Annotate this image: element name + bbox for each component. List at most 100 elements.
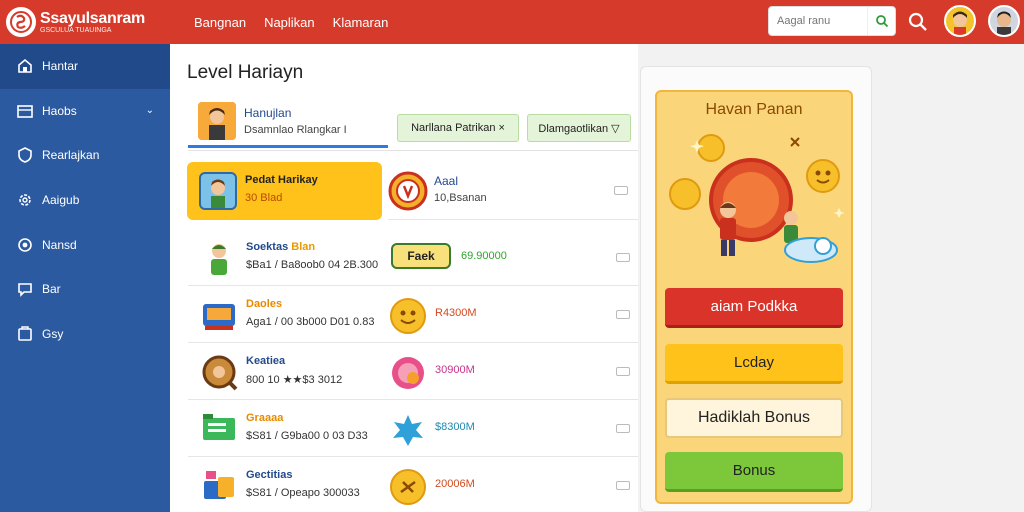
highlight-detail[interactable]: Aaal 10,Bsanan: [388, 162, 638, 220]
list-item[interactable]: Soektas Blan $Ba1 / Ba8oob0 04 2B.300 Fa…: [188, 229, 638, 286]
search-icon-button[interactable]: [903, 7, 933, 37]
sidebar-item-label: Bar: [42, 282, 61, 297]
promo-title: Havan Panan: [705, 101, 803, 118]
highlight-detail-name: Aaal: [434, 174, 459, 188]
bonus-button[interactable]: Bonus: [665, 452, 843, 492]
row-option-icon[interactable]: [616, 367, 630, 376]
settings-icon: [18, 237, 32, 252]
gear-icon: [19, 194, 31, 206]
highlight-sub: 30 Blad: [245, 192, 283, 204]
bonus-info-button[interactable]: Hadiklah Bonus: [665, 398, 843, 438]
row-name: Graaaa: [246, 412, 284, 424]
highlight-row[interactable]: Pedat Harikay 30 Blad: [187, 162, 382, 220]
list-item[interactable]: Keatiea 800 10 ★★$3 3012 30900M: [188, 343, 638, 400]
game-thumbnail-icon: [199, 172, 237, 210]
gift-icon: [200, 467, 238, 505]
promo-illustration-icon: [663, 128, 845, 278]
row-option-icon[interactable]: [616, 424, 630, 433]
row-amount: 30900M: [435, 364, 475, 376]
sidebar-item-label: Gsy: [42, 326, 64, 341]
profile-subtitle: Dsamnlao Rlangkar I: [244, 123, 347, 136]
chat-icon: [18, 283, 32, 298]
row-badge[interactable]: Faek: [391, 243, 451, 269]
brand-logo[interactable]: Ssayulsanram GSCULUA TUAUINGA: [6, 7, 176, 37]
list-item[interactable]: Gectitias $S81 / Opeapo 300033 20006M: [188, 457, 638, 512]
search-button[interactable]: [867, 7, 895, 35]
row-option-icon[interactable]: [616, 310, 630, 319]
filter-chip-1[interactable]: Narllana Patrikan ×: [397, 114, 519, 142]
row-sub: 800 10 ★★$3 3012: [246, 374, 343, 386]
splash-icon: [388, 410, 428, 450]
chevron-down-icon: ⌄: [145, 105, 154, 117]
list-item[interactable]: Graaaa $S81 / G9ba00 0 03 D33 $8300M: [188, 400, 638, 457]
sidebar-item-gsy[interactable]: Gsy: [0, 312, 170, 357]
divider: [188, 150, 638, 151]
promo-card: Havan Panan aiam Podkka Lcday Hadiklah B…: [655, 90, 853, 504]
trophy-icon: [388, 171, 428, 211]
nav-item-3[interactable]: Klamaran: [333, 15, 389, 30]
row-sub: $S81 / Opeapo 300033: [246, 487, 360, 499]
row-amount: 69.90000: [461, 250, 507, 262]
highlight-name: Pedat Harikay: [245, 174, 318, 186]
main-panel: Level Hariayn Hanujlan Dsamnlao Rlangkar…: [170, 44, 638, 512]
row-option-icon[interactable]: [614, 186, 628, 195]
row-sub: Aga1 / 00 3b000 D01 0.83: [246, 316, 375, 328]
claim-button[interactable]: aiam Podkka: [665, 288, 843, 328]
search-box: [768, 6, 896, 36]
row-name: Daoles: [246, 298, 283, 310]
brand-name: Ssayulsanram: [40, 9, 145, 27]
coin-icon: [388, 296, 428, 336]
sidebar: Hantar Haobs ⌄ Rearlajkan Aaigub Nansd B…: [0, 44, 170, 512]
filter-chip-2[interactable]: Dlamgaotlikan ▽: [527, 114, 631, 142]
avatar[interactable]: [944, 5, 976, 37]
magnifier-icon: [908, 12, 927, 31]
top-bar: Ssayulsanram GSCULUA TUAUINGA Bangnan Na…: [0, 0, 1024, 44]
row-name: Gectitias: [246, 469, 293, 481]
home-icon: [18, 59, 32, 74]
ticket-icon: [200, 410, 238, 448]
profile-thumbnail: [198, 101, 236, 140]
gem-icon: [388, 353, 428, 393]
row-name: Soektas Blan: [246, 241, 316, 253]
row-option-icon[interactable]: [616, 481, 630, 490]
row-name: Keatiea: [246, 355, 286, 367]
row-sub: $Ba1 / Ba8oob0 04 2B.300: [246, 259, 379, 271]
coin-icon: [388, 467, 428, 507]
brand-subtitle: GSCULUA TUAUINGA: [40, 26, 112, 34]
search-icon: [875, 15, 888, 28]
daily-button[interactable]: Lcday: [665, 344, 843, 384]
row-sub: $S81 / G9ba00 0 03 D33: [246, 430, 368, 442]
sidebar-item-aaigub[interactable]: Aaigub: [0, 178, 170, 223]
user-avatar[interactable]: [988, 5, 1020, 37]
sidebar-item-label: Nansd: [42, 237, 77, 252]
character-icon: [200, 239, 238, 277]
sidebar-item-bar[interactable]: Bar: [0, 267, 170, 312]
folder-icon: [17, 105, 33, 118]
sidebar-item-label: Hantar: [42, 59, 79, 74]
sidebar-item-label: Haobs: [42, 103, 77, 118]
page-title: Level Hariayn: [187, 62, 304, 83]
sidebar-item-haobs[interactable]: Haobs ⌄: [0, 89, 170, 134]
row-option-icon[interactable]: [616, 253, 630, 262]
profile-tab[interactable]: Hanujlan Dsamnlao Rlangkar I: [188, 96, 388, 148]
highlight-detail-sub: 10,Bsanan: [434, 192, 487, 204]
nav-item-1[interactable]: Bangnan: [194, 15, 246, 30]
cart-icon: [200, 296, 238, 334]
shield-icon: [18, 147, 32, 164]
row-amount: R4300M: [435, 307, 477, 319]
sidebar-item-nansd[interactable]: Nansd: [0, 222, 170, 267]
box-icon: [18, 326, 32, 341]
row-amount: $8300M: [435, 421, 475, 433]
sidebar-item-label: Aaigub: [42, 193, 80, 208]
row-amount: 20006M: [435, 478, 475, 490]
logo-icon: [6, 7, 36, 37]
search-input[interactable]: [769, 7, 867, 35]
sidebar-item-hantar[interactable]: Hantar: [0, 44, 170, 89]
sidebar-item-label: Rearlajkan: [42, 148, 100, 163]
compass-icon: [200, 353, 238, 391]
list-item[interactable]: Daoles Aga1 / 00 3b000 D01 0.83 R4300M: [188, 286, 638, 343]
top-nav: Bangnan Naplikan Klamaran: [194, 15, 388, 30]
nav-item-2[interactable]: Naplikan: [264, 15, 315, 30]
profile-name: Hanujlan: [244, 105, 292, 120]
sidebar-item-rearlajkan[interactable]: Rearlajkan: [0, 133, 170, 178]
